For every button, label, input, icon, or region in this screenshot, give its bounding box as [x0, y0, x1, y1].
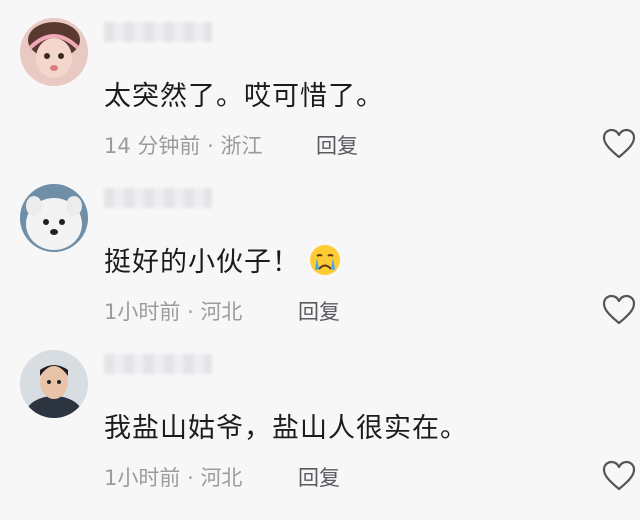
meta-separator: · [207, 134, 214, 158]
like-button[interactable] [602, 128, 636, 160]
username[interactable] [104, 22, 212, 42]
meta-separator: · [187, 300, 194, 324]
baby-girl-avatar-icon [20, 18, 88, 86]
comment-text: 太突然了。哎可惜了。 [104, 81, 384, 112]
comment-time: 1小时前 [104, 466, 181, 490]
comment-text-content: 挺好的小伙子！ [104, 247, 300, 278]
comment-item: 我盐山姑爷，盐山人很实在。 1小时前 · 河北 回复 [0, 350, 640, 520]
comment-time: 1小时前 [104, 300, 181, 324]
heart-icon [602, 460, 636, 491]
avatar[interactable] [20, 350, 88, 418]
comment-meta: 1小时前 · 河北 [104, 296, 242, 326]
comment-location: 河北 [200, 466, 243, 490]
reply-button[interactable]: 回复 [298, 296, 340, 326]
like-button[interactable] [602, 460, 636, 492]
crying-face-emoji-icon [308, 243, 342, 284]
comment-item: 太突然了。哎可惜了。 14 分钟前 · 浙江 回复 [0, 18, 640, 188]
comment-location: 河北 [200, 300, 243, 324]
meta-separator: · [187, 466, 194, 490]
comment-text: 我盐山姑爷，盐山人很实在。 [104, 413, 468, 444]
white-dog-avatar-icon [20, 184, 88, 252]
comment-meta: 14 分钟前 · 浙江 [104, 130, 262, 160]
username[interactable] [104, 354, 212, 374]
reply-button[interactable]: 回复 [316, 130, 358, 160]
like-button[interactable] [602, 294, 636, 326]
avatar[interactable] [20, 184, 88, 252]
heart-icon [602, 294, 636, 325]
comment-time: 14 分钟前 [104, 134, 201, 158]
comment-location: 浙江 [220, 134, 263, 158]
avatar[interactable] [20, 18, 88, 86]
comment-item: 挺好的小伙子！ 1小时前 · 河北 回复 [0, 184, 640, 354]
comment-text: 挺好的小伙子！ [104, 240, 342, 284]
username[interactable] [104, 188, 212, 208]
man-portrait-avatar-icon [20, 350, 88, 418]
heart-icon [602, 128, 636, 159]
